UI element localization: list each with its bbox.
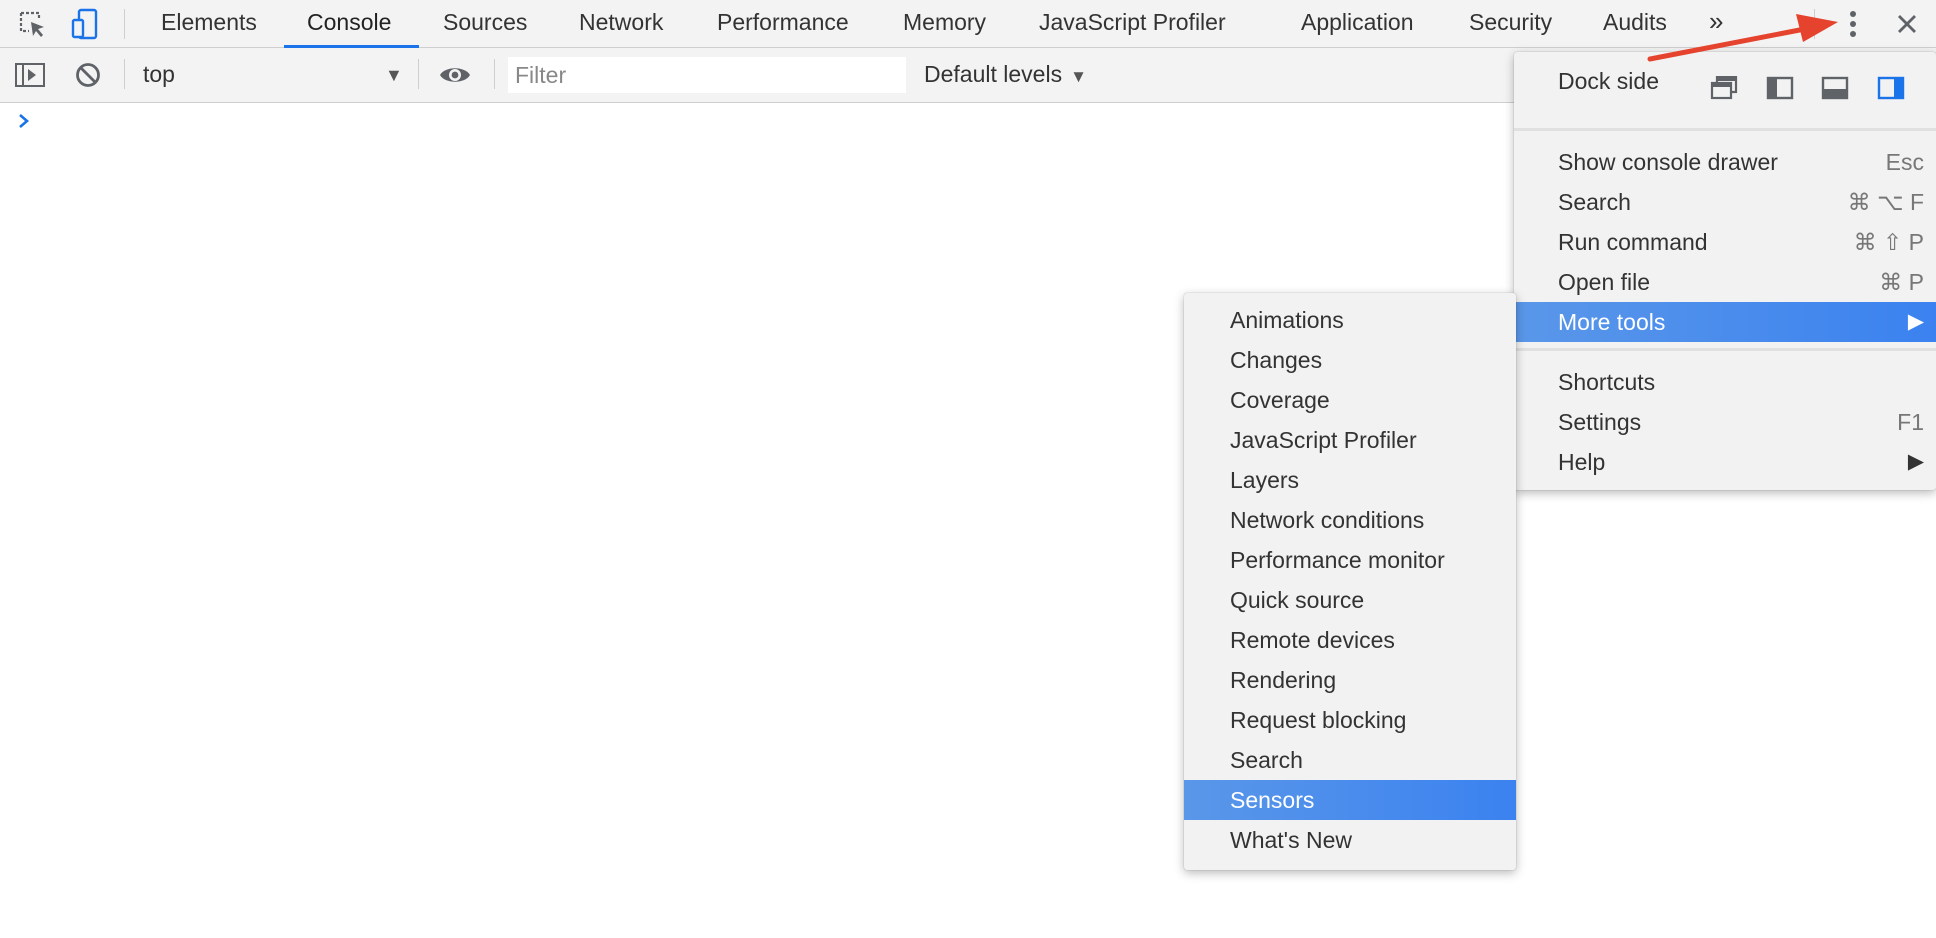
context-selector[interactable]: top [143, 61, 175, 88]
more-tools-submenu: Animations Changes Coverage JavaScript P… [1184, 293, 1516, 870]
submenu-item-sensors[interactable]: Sensors [1184, 780, 1516, 820]
chevron-down-icon: ▼ [1070, 67, 1087, 86]
submenu-arrow-icon: ▶ [1907, 450, 1924, 473]
menu-separator [1514, 128, 1936, 131]
tab-performance[interactable]: Performance [717, 0, 849, 48]
dock-right-icon[interactable] [1877, 76, 1905, 100]
submenu-arrow-icon: ▶ [1907, 310, 1924, 333]
menu-item-open-file[interactable]: Open file ⌘ P [1514, 262, 1936, 302]
toolbar-divider [494, 59, 495, 89]
tab-console[interactable]: Console [307, 0, 391, 48]
device-toolbar-icon[interactable] [68, 6, 104, 42]
submenu-item-rendering[interactable]: Rendering [1184, 660, 1516, 700]
toolbar-divider [124, 59, 125, 89]
submenu-item-search[interactable]: Search [1184, 740, 1516, 780]
submenu-item-performance-monitor[interactable]: Performance monitor [1184, 540, 1516, 580]
tab-audits[interactable]: Audits [1603, 0, 1667, 48]
submenu-item-layers[interactable]: Layers [1184, 460, 1516, 500]
undock-icon[interactable] [1710, 75, 1738, 100]
filter-input[interactable] [508, 57, 906, 93]
close-icon[interactable] [1889, 6, 1925, 42]
menu-item-label: Help [1558, 449, 1606, 475]
clear-console-icon[interactable] [70, 57, 106, 93]
menu-item-help[interactable]: Help ▶ [1514, 442, 1936, 482]
dock-bottom-icon[interactable] [1821, 76, 1849, 100]
menu-separator [1514, 348, 1936, 351]
more-options-icon[interactable] [1835, 7, 1871, 41]
submenu-item-coverage[interactable]: Coverage [1184, 380, 1516, 420]
chevron-down-icon[interactable]: ▼ [385, 65, 403, 86]
toolbar-divider [1814, 9, 1815, 39]
menu-item-show-console-drawer[interactable]: Show console drawer Esc [1514, 142, 1936, 182]
tab-application[interactable]: Application [1301, 0, 1414, 48]
devtools-tab-bar: Elements Console Sources Network Perform… [0, 0, 1936, 48]
submenu-item-quick-source[interactable]: Quick source [1184, 580, 1516, 620]
tab-sources[interactable]: Sources [443, 0, 527, 48]
tab-memory[interactable]: Memory [903, 0, 986, 48]
submenu-item-whats-new[interactable]: What's New [1184, 820, 1516, 860]
submenu-item-javascript-profiler[interactable]: JavaScript Profiler [1184, 420, 1516, 460]
submenu-item-remote-devices[interactable]: Remote devices [1184, 620, 1516, 660]
menu-item-shortcut: ⌘ ⇧ P [1853, 229, 1924, 255]
menu-item-label: Open file [1558, 269, 1651, 295]
menu-item-label: Run command [1558, 229, 1708, 255]
dock-side-label: Dock side [1558, 68, 1659, 94]
menu-item-shortcut: Esc [1885, 149, 1924, 175]
dock-left-icon[interactable] [1766, 76, 1794, 100]
submenu-item-network-conditions[interactable]: Network conditions [1184, 500, 1516, 540]
eye-icon[interactable] [437, 57, 473, 93]
menu-item-label: Search [1558, 189, 1631, 215]
menu-item-run-command[interactable]: Run command ⌘ ⇧ P [1514, 222, 1936, 262]
menu-item-more-tools[interactable]: More tools ▶ [1514, 302, 1936, 342]
menu-item-label: Settings [1558, 409, 1642, 435]
tab-overflow-button[interactable]: » [1709, 0, 1723, 48]
submenu-item-animations[interactable]: Animations [1184, 300, 1516, 340]
log-levels-label: Default levels [924, 61, 1063, 87]
menu-item-shortcut: ⌘ P [1879, 269, 1924, 295]
menu-item-label: Show console drawer [1558, 149, 1778, 175]
menu-item-shortcuts[interactable]: Shortcuts [1514, 362, 1936, 402]
log-levels-dropdown[interactable]: Default levels ▼ [924, 61, 1087, 88]
toolbar-divider [124, 9, 125, 39]
inspect-element-icon[interactable] [14, 6, 50, 42]
menu-item-shortcut: F1 [1897, 409, 1924, 435]
tab-network[interactable]: Network [579, 0, 663, 48]
menu-item-label: More tools [1558, 309, 1666, 335]
sidebar-toggle-icon[interactable] [12, 57, 48, 93]
main-options-menu: Dock side Show console drawer Esc Search [1514, 52, 1936, 490]
submenu-item-changes[interactable]: Changes [1184, 340, 1516, 380]
tab-security[interactable]: Security [1469, 0, 1552, 48]
tab-javascript-profiler[interactable]: JavaScript Profiler [1039, 0, 1226, 48]
toolbar-divider [418, 59, 419, 89]
tab-elements[interactable]: Elements [161, 0, 257, 48]
submenu-item-request-blocking[interactable]: Request blocking [1184, 700, 1516, 740]
menu-item-search[interactable]: Search ⌘ ⌥ F [1514, 182, 1936, 222]
menu-item-settings[interactable]: Settings F1 [1514, 402, 1936, 442]
console-prompt-icon[interactable] [16, 108, 34, 134]
menu-item-shortcut: ⌘ ⌥ F [1847, 189, 1924, 215]
menu-item-label: Shortcuts [1558, 369, 1656, 395]
